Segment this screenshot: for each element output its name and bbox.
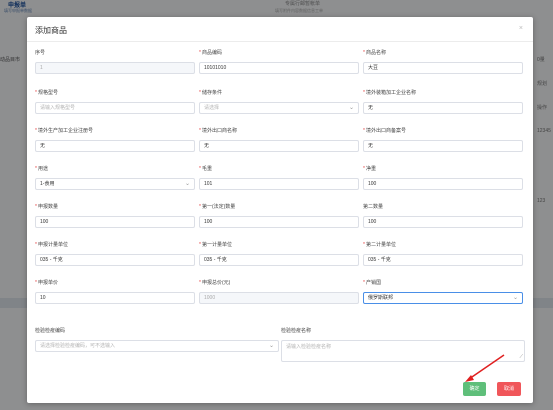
add-product-dialog: 添加商品 × 序号 1 *商品编码 10101010 *商品名称 大豆 *规格型号 请输入规格…	[27, 17, 533, 403]
annotation-arrow	[465, 354, 505, 382]
